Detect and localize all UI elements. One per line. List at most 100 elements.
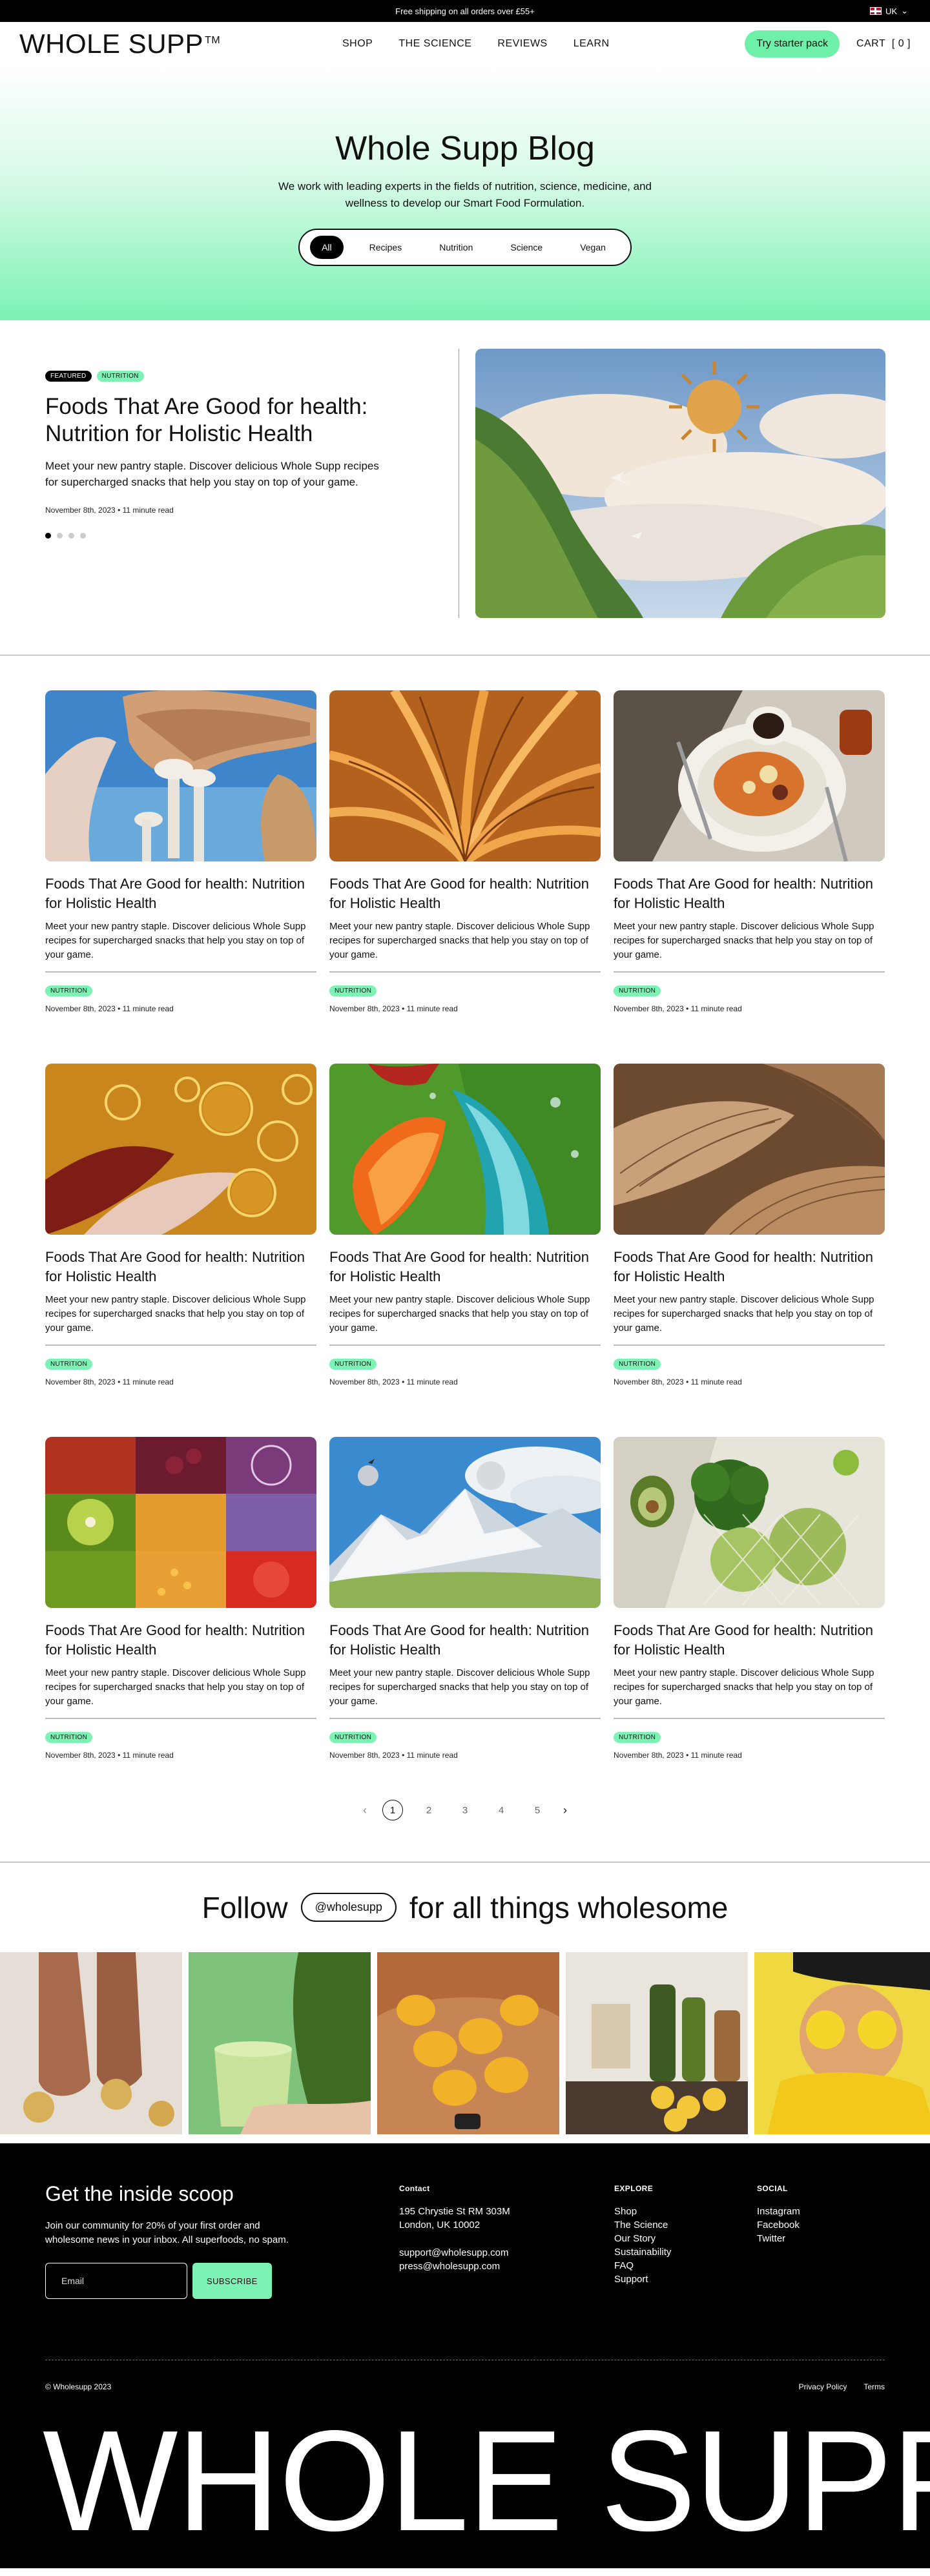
try-starter-pack-button[interactable]: Try starter pack [745,30,840,57]
post-card[interactable]: Foods That Are Good for health: Nutritio… [329,1064,601,1386]
subscribe-button[interactable]: SUBSCRIBE [192,2263,272,2299]
post-image[interactable] [614,1064,885,1235]
gallery-photo[interactable] [0,1952,182,2134]
gallery-photo[interactable] [566,1952,748,2134]
email-field[interactable] [45,2263,187,2299]
filter-nutrition[interactable]: Nutrition [428,236,484,259]
post-tag[interactable]: NUTRITION [329,985,377,996]
nav-the-science[interactable]: THE SCIENCE [398,38,471,50]
post-tag[interactable]: NUTRITION [614,985,661,996]
page-5[interactable]: 5 [527,1800,548,1820]
post-image[interactable] [329,690,601,861]
post-card[interactable]: Foods That Are Good for health: Nutritio… [45,1064,316,1386]
terms-link[interactable]: Terms [863,2382,885,2391]
featured-title[interactable]: Foods That Are Good for health: Nutritio… [45,393,413,448]
post-meta: November 8th, 2023 • 11 minute read [45,1377,174,1386]
carousel-dot[interactable] [68,533,74,539]
post-description: Meet your new pantry staple. Discover de… [45,921,306,960]
post-card[interactable]: Foods That Are Good for health: Nutritio… [614,690,885,1013]
footer-link-our-story[interactable]: Our Story [614,2232,757,2245]
footer-link-faq[interactable]: FAQ [614,2259,757,2272]
post-meta: November 8th, 2023 • 11 minute read [614,1377,742,1386]
nav-reviews[interactable]: REVIEWS [497,38,547,50]
cart-link[interactable]: CART [ 0 ] [856,38,911,50]
press-email-link[interactable]: press@wholesupp.com [399,2260,614,2273]
nav-shop[interactable]: SHOP [342,38,373,50]
address-line: London, UK 10002 [399,2220,480,2231]
post-title[interactable]: Foods That Are Good for health: Nutritio… [614,1248,885,1286]
post-description: Meet your new pantry staple. Discover de… [45,1667,306,1707]
post-description: Meet your new pantry staple. Discover de… [614,921,874,960]
post-tag[interactable]: NUTRITION [614,1732,661,1743]
post-image[interactable] [45,690,316,861]
category-badge[interactable]: NUTRITION [96,371,144,382]
footer-link-sustainability[interactable]: Sustainability [614,2245,757,2259]
uk-flag-icon [870,7,882,15]
instagram-handle[interactable]: @wholesupp [300,1893,397,1922]
post-card[interactable]: Foods That Are Good for health: Nutritio… [614,1064,885,1386]
post-title[interactable]: Foods That Are Good for health: Nutritio… [45,874,316,913]
post-description: Meet your new pantry staple. Discover de… [45,1294,306,1334]
footer-link-shop[interactable]: Shop [614,2205,757,2218]
post-description: Meet your new pantry staple. Discover de… [614,1667,874,1707]
chevron-left-icon[interactable]: ‹ [363,1804,367,1817]
carousel-dot[interactable] [57,533,63,539]
support-email-link[interactable]: support@wholesupp.com [399,2246,614,2260]
post-title[interactable]: Foods That Are Good for health: Nutritio… [329,1621,601,1660]
social-link-facebook[interactable]: Facebook [757,2218,800,2232]
post-meta: November 8th, 2023 • 11 minute read [614,1751,742,1760]
filter-vegan[interactable]: Vegan [568,236,617,259]
post-tag[interactable]: NUTRITION [614,1359,661,1370]
footer-explore: EXPLORE Shop The Science Our Story Susta… [614,2182,757,2299]
privacy-policy-link[interactable]: Privacy Policy [799,2382,847,2391]
footer-link-support[interactable]: Support [614,2272,757,2286]
post-card[interactable]: Foods That Are Good for health: Nutritio… [614,1437,885,1760]
follow-section: Follow @wholesupp for all things wholeso… [0,1862,930,1952]
post-title[interactable]: Foods That Are Good for health: Nutritio… [329,874,601,913]
filter-recipes[interactable]: Recipes [358,236,414,259]
carousel-dot[interactable] [45,533,51,539]
post-title[interactable]: Foods That Are Good for health: Nutritio… [329,1248,601,1286]
post-image[interactable] [45,1064,316,1235]
post-image[interactable] [329,1437,601,1608]
gallery-photo[interactable] [189,1952,371,2134]
post-image[interactable] [45,1437,316,1608]
featured-post: FEATURED NUTRITION Foods That Are Good f… [0,320,930,655]
page-3[interactable]: 3 [455,1800,475,1820]
nav-learn[interactable]: LEARN [574,38,610,50]
post-card[interactable]: Foods That Are Good for health: Nutritio… [45,690,316,1013]
post-tag[interactable]: NUTRITION [45,1732,93,1743]
post-divider [614,1345,885,1346]
posts-grid: Foods That Are Good for health: Nutritio… [45,690,885,1760]
post-card[interactable]: Foods That Are Good for health: Nutritio… [329,1437,601,1760]
post-title[interactable]: Foods That Are Good for health: Nutritio… [45,1621,316,1660]
post-title[interactable]: Foods That Are Good for health: Nutritio… [614,1621,885,1660]
post-tag[interactable]: NUTRITION [45,1359,93,1370]
post-image[interactable] [329,1064,601,1235]
post-card[interactable]: Foods That Are Good for health: Nutritio… [45,1437,316,1760]
post-title[interactable]: Foods That Are Good for health: Nutritio… [614,874,885,913]
filter-science[interactable]: Science [499,236,554,259]
chevron-right-icon[interactable]: › [563,1804,567,1817]
social-link-twitter[interactable]: Twitter [757,2232,800,2245]
page-4[interactable]: 4 [491,1800,512,1820]
post-image[interactable] [614,690,885,861]
logo[interactable]: WHOLE SUPP TM [19,30,220,57]
post-tag[interactable]: NUTRITION [329,1732,377,1743]
post-tag[interactable]: NUTRITION [329,1359,377,1370]
page-2[interactable]: 2 [418,1800,439,1820]
gallery-photo[interactable] [377,1952,559,2134]
carousel-dot[interactable] [80,533,86,539]
post-tag[interactable]: NUTRITION [45,985,93,996]
post-title[interactable]: Foods That Are Good for health: Nutritio… [45,1248,316,1286]
post-card[interactable]: Foods That Are Good for health: Nutritio… [329,690,601,1013]
page-1[interactable]: 1 [382,1800,403,1820]
footer-link-the-science[interactable]: The Science [614,2218,757,2232]
copyright: © Wholesupp 2023 [45,2382,112,2391]
featured-image[interactable] [475,349,885,618]
filter-all[interactable]: All [310,236,344,259]
locale-selector[interactable]: UK ⌄ [870,0,908,22]
gallery-photo[interactable] [754,1952,930,2134]
post-image[interactable] [614,1437,885,1608]
social-link-instagram[interactable]: Instagram [757,2205,800,2218]
